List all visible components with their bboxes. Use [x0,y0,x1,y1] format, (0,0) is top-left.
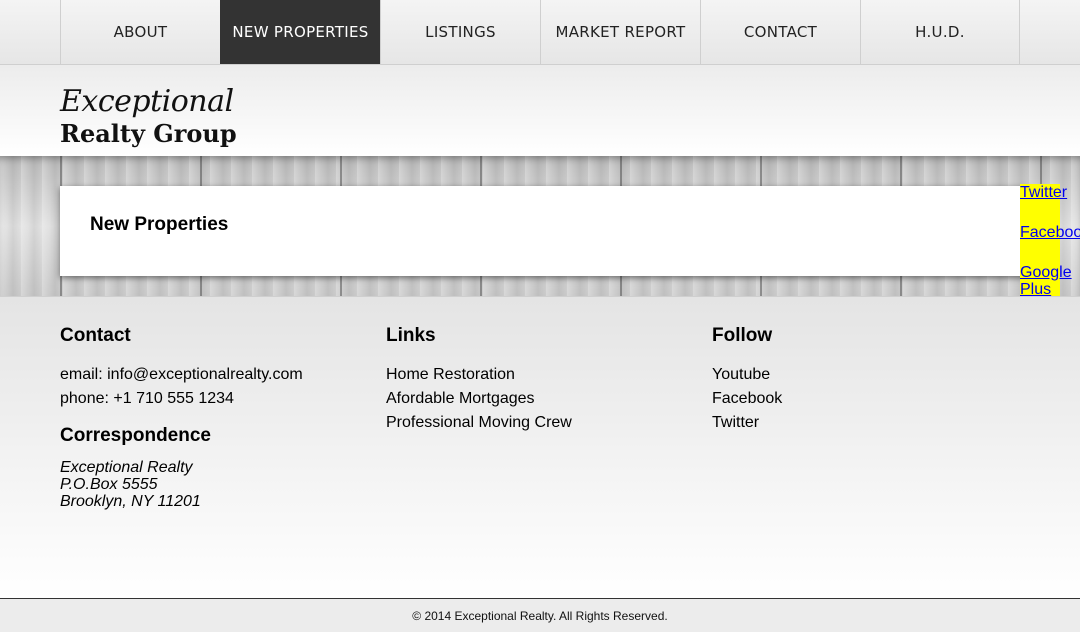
logo-line-1: Exceptional [60,84,234,119]
site-header: Exceptional Realty Group [0,65,1080,156]
footer-links-column: Links Home Restoration Afordable Mortgag… [386,325,572,435]
page-title: New Properties [90,214,229,235]
footer-contact-column: Contact email: info@exceptionalrealty.co… [60,325,303,510]
contact-email: email: info@exceptionalrealty.com [60,366,303,383]
follow-link-facebook[interactable]: Facebook [712,387,782,411]
follow-link-youtube[interactable]: Youtube [712,363,782,387]
content-card: New Properties [60,186,1030,276]
address-line: Brooklyn, NY 11201 [60,493,201,510]
main-nav: ABOUT NEW PROPERTIES LISTINGS MARKET REP… [0,0,1080,65]
nav-item-hud[interactable]: H.U.D. [860,0,1020,64]
contact-phone: phone: +1 710 555 1234 [60,390,234,407]
address-line: Exceptional Realty [60,459,193,476]
footer-links-heading: Links [386,325,436,346]
copyright-bar: © 2014 Exceptional Realty. All Rights Re… [0,598,1080,632]
footer-link-moving-crew[interactable]: Professional Moving Crew [386,411,572,435]
address-line: P.O.Box 5555 [60,476,158,493]
footer-link-mortgages[interactable]: Afordable Mortgages [386,387,572,411]
nav-item-contact[interactable]: CONTACT [700,0,860,64]
social-link-facebook[interactable]: Facebook [1020,224,1080,241]
social-link-google-plus[interactable]: Google Plus [1020,264,1080,298]
footer-correspondence-heading: Correspondence [60,425,211,446]
nav-item-listings[interactable]: LISTINGS [380,0,540,64]
nav-item-new-properties[interactable]: NEW PROPERTIES [220,0,380,64]
footer-contact-heading: Contact [60,325,131,346]
social-links-panel: Twitter Facebook Google Plus [1020,184,1080,304]
footer-link-home-restoration[interactable]: Home Restoration [386,363,572,387]
footer: Contact email: info@exceptionalrealty.co… [0,296,1080,598]
copyright-text: © 2014 Exceptional Realty. All Rights Re… [412,608,668,623]
footer-follow-column: Follow Youtube Facebook Twitter [712,325,782,435]
logo[interactable]: Exceptional Realty Group [60,85,237,149]
nav-item-market-report[interactable]: MARKET REPORT [540,0,700,64]
nav-item-about[interactable]: ABOUT [60,0,220,64]
logo-line-2: Realty Group [60,119,237,148]
footer-follow-heading: Follow [712,325,773,346]
social-link-twitter[interactable]: Twitter [1020,184,1067,201]
follow-link-twitter[interactable]: Twitter [712,411,782,435]
